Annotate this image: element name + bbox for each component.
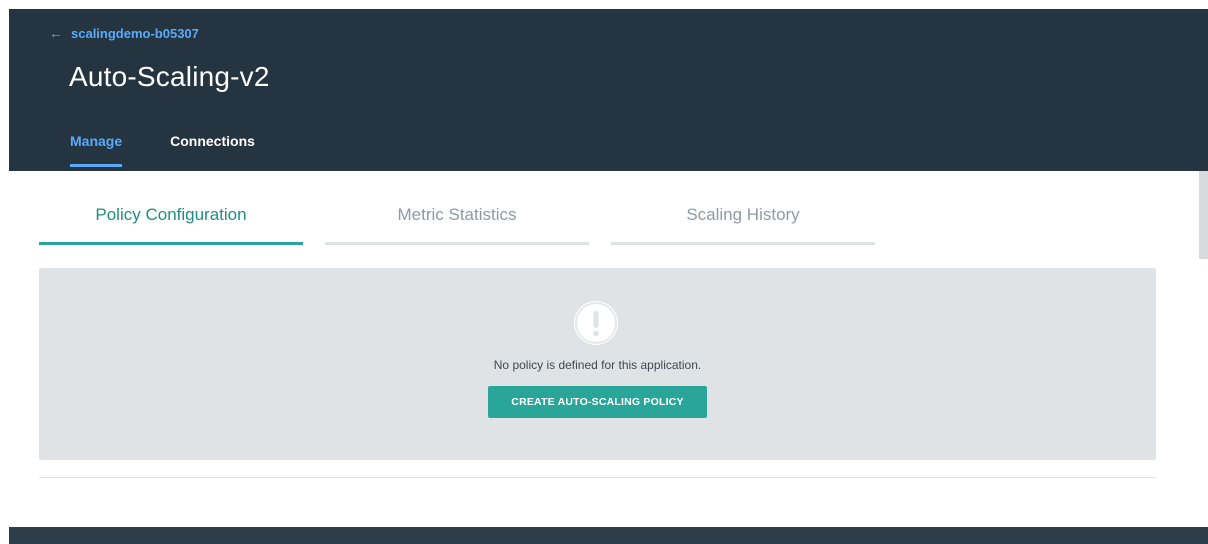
back-arrow-icon[interactable]: ←	[49, 25, 63, 41]
page-title: Auto-Scaling-v2	[69, 61, 270, 92]
tab-scaling-history[interactable]: Scaling History	[611, 193, 875, 245]
content-tabs: Policy Configuration Metric Statistics S…	[39, 193, 897, 245]
divider	[39, 477, 1156, 478]
tab-policy-configuration[interactable]: Policy Configuration	[39, 193, 303, 245]
empty-state-message: No policy is defined for this applicatio…	[493, 358, 702, 372]
bottom-bar	[9, 527, 1208, 544]
card-edge-shadow	[1199, 171, 1208, 259]
tab-connections[interactable]: Connections	[170, 133, 255, 167]
exclamation-icon-glyph	[575, 302, 617, 344]
back-link[interactable]: ← scalingdemo-b05307	[49, 25, 199, 41]
back-link-label[interactable]: scalingdemo-b05307	[71, 26, 199, 41]
empty-state-panel: No policy is defined for this applicatio…	[39, 268, 1156, 460]
content-card: Policy Configuration Metric Statistics S…	[9, 171, 1199, 527]
app-header: ← scalingdemo-b05307 Auto-Scaling-v2 Man…	[9, 9, 1208, 171]
create-auto-scaling-policy-button[interactable]: CREATE AUTO-SCALING POLICY	[488, 386, 707, 418]
tab-metric-statistics[interactable]: Metric Statistics	[325, 193, 589, 245]
exclamation-icon	[574, 301, 618, 345]
tab-manage[interactable]: Manage	[70, 133, 123, 167]
top-tabs: Manage Connections	[70, 133, 303, 167]
